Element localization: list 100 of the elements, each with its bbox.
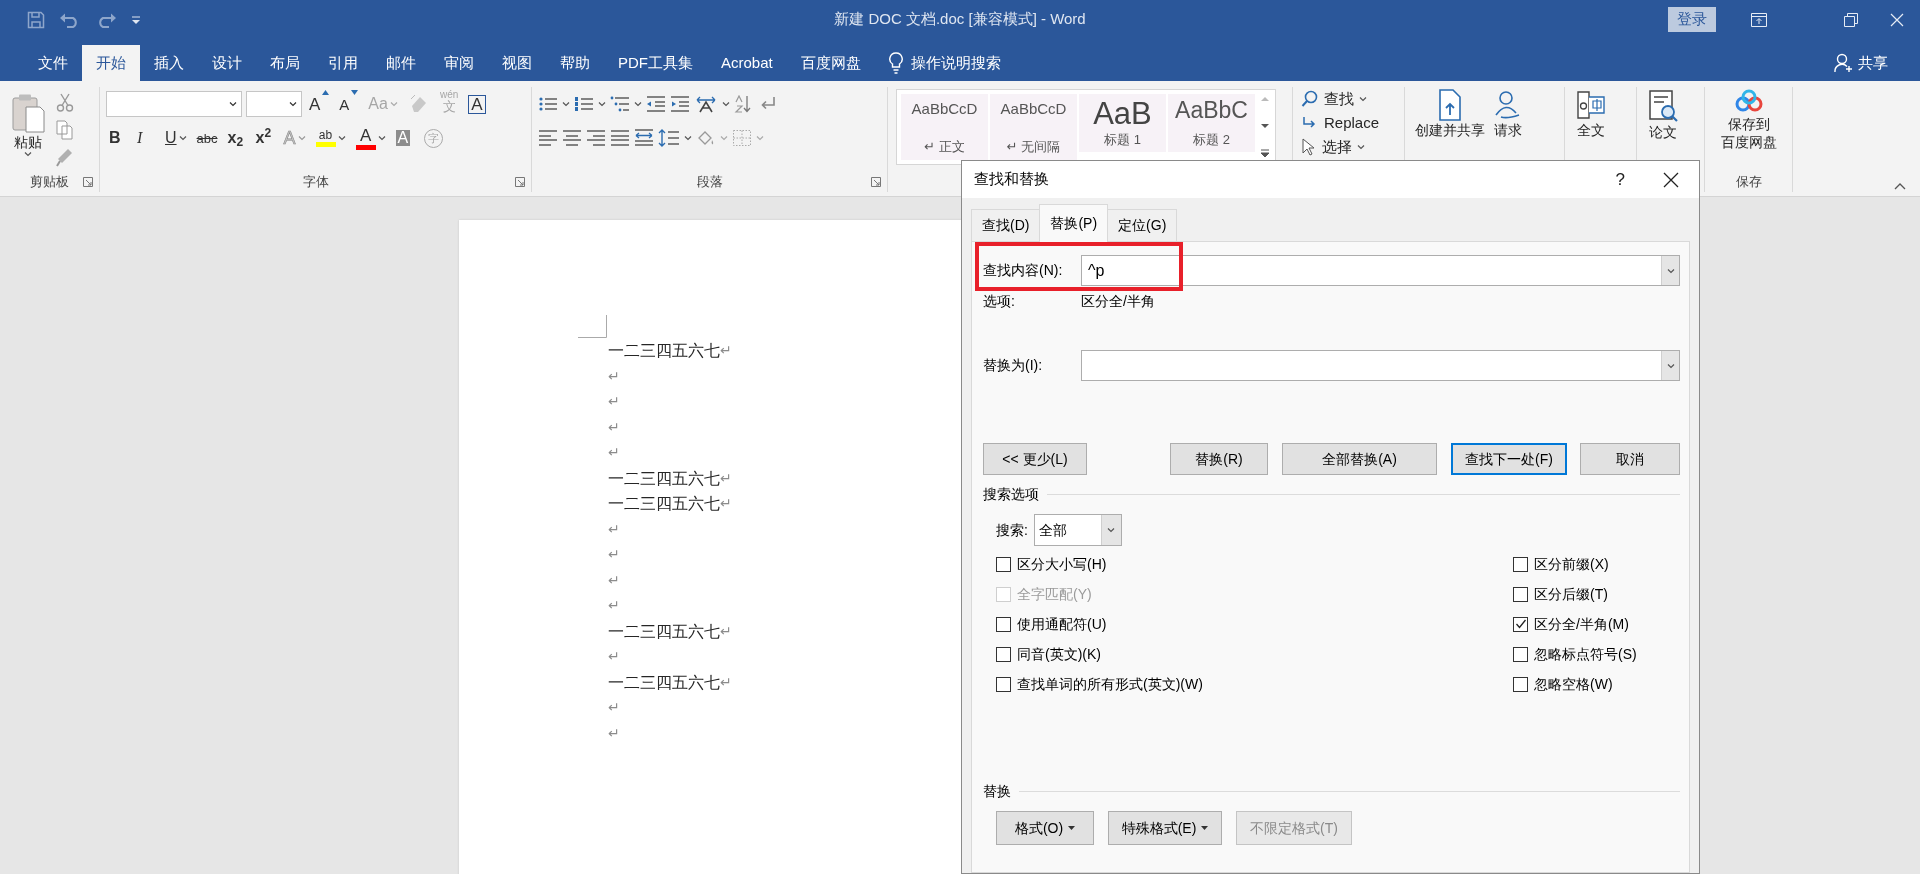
caret-icon[interactable] (722, 101, 730, 107)
justify-icon[interactable] (610, 129, 630, 147)
style-item[interactable]: AaBbC 标题 2 (1168, 94, 1255, 152)
select-button[interactable]: 选择 (1299, 135, 1398, 159)
increase-indent-icon[interactable] (670, 95, 690, 113)
checkbox[interactable] (1513, 646, 1528, 662)
bullet-list-icon[interactable] (538, 95, 558, 113)
sign-in-button[interactable]: 登录 (1668, 7, 1716, 32)
scissors-icon[interactable] (56, 93, 74, 113)
tell-me-search[interactable]: 操作说明搜索 (910, 51, 1001, 75)
dialog-button[interactable]: 查找下一处(F) (1451, 443, 1567, 475)
shrink-font-button[interactable]: A (336, 90, 362, 118)
italic-button[interactable]: I (134, 124, 158, 152)
ribbon-tab[interactable]: 视图 (488, 45, 546, 81)
option-label[interactable]: 区分大小写(H) (1017, 553, 1107, 575)
close-icon[interactable] (1663, 171, 1679, 188)
dialog-button[interactable]: 替换(R) (1170, 443, 1268, 475)
caret-icon[interactable] (634, 101, 642, 107)
save-to-cloud-button[interactable]: 保存到 百度网盘 (1716, 87, 1781, 172)
ribbon-tab[interactable]: 布局 (256, 45, 314, 81)
dialog-tab[interactable]: 替换(P) (1039, 204, 1109, 242)
option-label[interactable]: 查找单词的所有形式(英文)(W) (1017, 673, 1203, 695)
option-label[interactable]: 同音(英文)(K) (1017, 643, 1101, 665)
style-item[interactable]: AaBbCcD ↵ 无间隔 (990, 94, 1077, 160)
superscript-button[interactable]: x$^{2}$ (252, 124, 277, 152)
caret-icon[interactable] (598, 101, 606, 107)
option-label[interactable]: 使用通配符(U) (1017, 613, 1107, 635)
option-label[interactable]: 区分前缀(X) (1534, 553, 1609, 575)
bold-button[interactable]: B (106, 124, 130, 152)
ribbon-tab[interactable]: 文件 (24, 45, 82, 81)
grow-font-button[interactable]: A (306, 90, 333, 118)
multilevel-list-icon[interactable] (610, 95, 630, 113)
ribbon-tab[interactable]: 引用 (314, 45, 372, 81)
ribbon-tab[interactable]: 百度网盘 (786, 45, 875, 81)
dialog-launcher-icon[interactable] (83, 177, 93, 187)
style-item[interactable]: AaBbCcD ↵ 正文 (901, 94, 988, 160)
decrease-indent-icon[interactable] (646, 95, 666, 113)
align-left-icon[interactable] (538, 129, 558, 147)
subscript-button[interactable]: x$_{2}$ (224, 124, 249, 152)
ribbon-display-icon[interactable] (1751, 12, 1767, 27)
font-size-field[interactable] (246, 91, 302, 117)
dialog-button[interactable]: 取消 (1580, 443, 1680, 475)
line-spacing-icon[interactable] (658, 129, 680, 147)
lightbulb-icon[interactable] (888, 52, 903, 74)
search-scope-dropdown[interactable]: 全部 (1033, 514, 1122, 546)
caret-icon[interactable] (562, 101, 570, 107)
share-button[interactable]: 共享 (1828, 45, 1894, 81)
scroll-down-icon[interactable] (1259, 121, 1271, 131)
format-button[interactable]: 格式(O) (996, 811, 1094, 845)
dialog-tab[interactable]: 定位(G) (1107, 209, 1178, 241)
caret-icon[interactable] (351, 90, 359, 95)
font-color-button[interactable]: A (352, 124, 389, 152)
dialog-tab[interactable]: 查找(D) (971, 209, 1041, 241)
save-icon[interactable] (27, 10, 45, 29)
restore-icon[interactable] (1844, 12, 1858, 27)
checkbox[interactable] (1513, 556, 1528, 572)
underline-button[interactable]: U (162, 124, 190, 152)
checkbox[interactable] (1513, 616, 1528, 632)
caret-icon[interactable] (684, 135, 692, 141)
ribbon-tab[interactable]: 邮件 (372, 45, 430, 81)
dialog-button[interactable]: << 更少(L) (983, 443, 1087, 475)
ribbon-tab[interactable]: 审阅 (430, 45, 488, 81)
align-right-icon[interactable] (586, 129, 606, 147)
checkbox[interactable] (996, 556, 1011, 572)
customize-icon[interactable] (131, 14, 141, 25)
checkbox[interactable] (1513, 676, 1528, 692)
paste-button[interactable]: 粘贴 (6, 91, 50, 172)
format-button[interactable]: 特殊格式(E) (1108, 811, 1222, 845)
replace-button[interactable]: Replace (1299, 111, 1398, 135)
checkbox[interactable] (996, 616, 1011, 632)
more-styles-icon[interactable] (1259, 148, 1271, 160)
collapse-ribbon-icon[interactable] (1894, 182, 1906, 190)
request-signature-button[interactable]: 请求 (1489, 87, 1527, 192)
distributed-icon[interactable] (634, 129, 654, 147)
style-item[interactable]: AaB 标题 1 (1079, 94, 1166, 152)
arrows-icon[interactable] (694, 95, 718, 113)
dialog-launcher-icon[interactable] (871, 177, 881, 187)
ribbon-tab[interactable]: PDF工具集 (604, 45, 707, 81)
ribbon-tab[interactable]: 开始 (82, 45, 140, 81)
align-center-icon[interactable] (562, 129, 582, 147)
option-label[interactable]: 区分后缀(T) (1534, 583, 1608, 605)
font-name-field[interactable] (106, 91, 242, 117)
numbered-list-icon[interactable] (574, 95, 594, 113)
checkbox[interactable] (996, 676, 1011, 692)
checkbox[interactable] (1513, 586, 1528, 602)
caret-icon[interactable] (322, 90, 330, 95)
dialog-button[interactable]: 全部替换(A) (1282, 443, 1437, 475)
option-label[interactable]: 忽略空格(W) (1534, 673, 1613, 695)
ribbon-tab[interactable]: 插入 (140, 45, 198, 81)
option-label[interactable]: 忽略标点符号(S) (1534, 643, 1637, 665)
highlight-button[interactable]: ab (312, 124, 349, 152)
ribbon-tab[interactable]: 帮助 (546, 45, 604, 81)
paint-bucket-icon[interactable] (696, 129, 716, 147)
create-share-button[interactable]: 创建并共享 (1411, 87, 1489, 192)
option-label[interactable]: 区分全/半角(M) (1534, 613, 1629, 635)
dialog-launcher-icon[interactable] (515, 177, 525, 187)
help-button[interactable]: ? (1609, 165, 1631, 194)
strikethrough-button[interactable]: abc (193, 124, 221, 152)
find-button[interactable]: 查找 (1299, 87, 1398, 111)
ribbon-tab[interactable]: 设计 (198, 45, 256, 81)
